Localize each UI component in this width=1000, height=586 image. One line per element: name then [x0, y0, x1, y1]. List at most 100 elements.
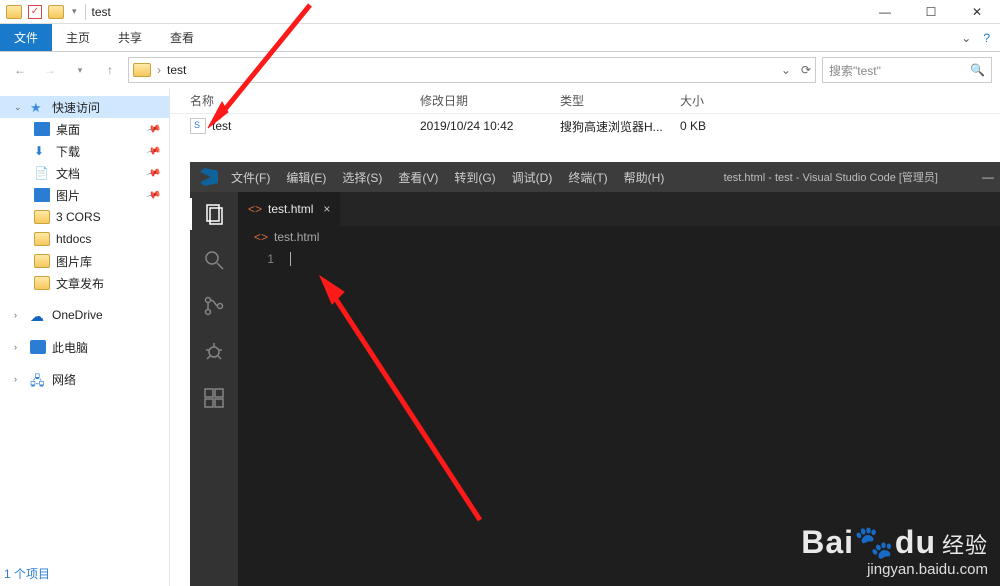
- editor-breadcrumb[interactable]: <> test.html: [238, 226, 1000, 248]
- help-icon[interactable]: ?: [983, 31, 990, 45]
- tab-close-icon[interactable]: ×: [319, 202, 330, 216]
- search-input[interactable]: 搜索"test" 🔍: [822, 57, 992, 83]
- expander-icon[interactable]: ⌄: [14, 102, 24, 113]
- sidebar-label: 文章发布: [56, 275, 104, 292]
- sidebar-documents[interactable]: 📄 文档 📌: [0, 162, 169, 184]
- sidebar-onedrive[interactable]: › ☁ OneDrive: [0, 304, 169, 326]
- vscode-window-title: test.html - test - Visual Studio Code [管…: [724, 169, 938, 185]
- chevron-right-icon: ›: [157, 63, 161, 77]
- download-icon: ⬇: [34, 144, 50, 158]
- ribbon-view-tab[interactable]: 查看: [156, 24, 208, 51]
- sidebar-downloads[interactable]: ⬇ 下载 📌: [0, 140, 169, 162]
- tab-label: test.html: [268, 202, 313, 216]
- expander-icon[interactable]: ›: [14, 374, 24, 384]
- address-dropdown-icon[interactable]: ⌄: [781, 63, 791, 77]
- menu-terminal[interactable]: 终端(T): [561, 165, 614, 190]
- debug-icon[interactable]: [200, 338, 228, 366]
- menu-edit[interactable]: 编辑(E): [279, 165, 333, 190]
- vscode-titlebar[interactable]: 文件(F) 编辑(E) 选择(S) 查看(V) 转到(G) 调试(D) 终端(T…: [190, 162, 1000, 192]
- menu-help[interactable]: 帮助(H): [617, 165, 672, 190]
- sidebar-this-pc[interactable]: › 此电脑: [0, 336, 169, 358]
- search-icon[interactable]: [200, 246, 228, 274]
- cloud-icon: ☁: [30, 308, 46, 322]
- expander-icon[interactable]: ›: [14, 342, 24, 352]
- sidebar-label: 网络: [52, 371, 76, 388]
- pin-icon: 📌: [145, 187, 161, 203]
- sidebar-network[interactable]: › 🖧 网络: [0, 368, 169, 390]
- divider: [85, 4, 86, 20]
- chevron-down-icon[interactable]: ▾: [70, 6, 79, 17]
- close-button[interactable]: ✕: [954, 0, 1000, 24]
- expander-icon[interactable]: ›: [14, 310, 24, 320]
- menu-debug[interactable]: 调试(D): [505, 165, 560, 190]
- sidebar-pictures[interactable]: 图片 📌: [0, 184, 169, 206]
- menu-selection[interactable]: 选择(S): [335, 165, 389, 190]
- code-icon: <>: [254, 230, 268, 244]
- minimize-button[interactable]: —: [862, 0, 908, 24]
- ribbon-expand-icon[interactable]: ⌄: [961, 31, 971, 45]
- sidebar-folder[interactable]: htdocs: [0, 228, 169, 250]
- vscode-icon: [200, 168, 218, 186]
- activity-bar: [190, 192, 238, 586]
- file-name: test: [212, 119, 231, 133]
- menu-view[interactable]: 查看(V): [391, 165, 445, 190]
- nav-forward-button[interactable]: →: [38, 58, 62, 82]
- folder-icon: [133, 63, 151, 77]
- pictures-icon: [34, 188, 50, 202]
- breadcrumb[interactable]: test: [167, 63, 186, 77]
- address-bar[interactable]: › test ⌄ ⟳: [128, 57, 816, 83]
- sidebar-label: OneDrive: [52, 308, 103, 322]
- editor-tab[interactable]: <> test.html ×: [238, 192, 341, 226]
- nav-recent-button[interactable]: ▾: [68, 58, 92, 82]
- explorer-icon[interactable]: [200, 200, 228, 228]
- folder-icon: [34, 276, 50, 290]
- column-header-date[interactable]: 修改日期: [420, 92, 560, 109]
- folder-icon: [34, 232, 50, 246]
- file-row[interactable]: test 2019/10/24 10:42 搜狗高速浏览器H... 0 KB: [170, 114, 1000, 138]
- folder-icon: [34, 210, 50, 224]
- sidebar-folder[interactable]: 文章发布: [0, 272, 169, 294]
- ribbon-file-tab[interactable]: 文件: [0, 24, 52, 51]
- extensions-icon[interactable]: [200, 384, 228, 412]
- network-icon: 🖧: [30, 372, 46, 386]
- folder-icon[interactable]: [48, 5, 64, 19]
- line-number: 1: [238, 252, 274, 266]
- sidebar-folder[interactable]: 图片库: [0, 250, 169, 272]
- sidebar-label: 文档: [56, 165, 80, 182]
- editor-body[interactable]: 1: [238, 248, 1000, 586]
- menu-file[interactable]: 文件(F): [224, 165, 277, 190]
- sidebar-desktop[interactable]: 桌面 📌: [0, 118, 169, 140]
- menu-go[interactable]: 转到(G): [447, 165, 502, 190]
- text-cursor: [290, 252, 291, 266]
- editor-tabs: <> test.html ×: [238, 192, 1000, 226]
- checkbox-icon[interactable]: ✓: [28, 5, 42, 19]
- source-control-icon[interactable]: [200, 292, 228, 320]
- column-header-size[interactable]: 大小: [680, 92, 760, 109]
- column-header-type[interactable]: 类型: [560, 92, 680, 109]
- refresh-icon[interactable]: ⟳: [801, 63, 811, 77]
- sidebar-label: 快速访问: [52, 99, 100, 116]
- file-date: 2019/10/24 10:42: [420, 119, 560, 133]
- search-icon[interactable]: 🔍: [970, 63, 985, 77]
- sidebar-label: 此电脑: [52, 339, 88, 356]
- ribbon-home-tab[interactable]: 主页: [52, 24, 104, 51]
- nav-up-button[interactable]: ↑: [98, 58, 122, 82]
- nav-back-button[interactable]: ←: [8, 58, 32, 82]
- desktop-icon: [34, 122, 50, 136]
- sidebar-label: htdocs: [56, 232, 91, 246]
- ribbon-share-tab[interactable]: 共享: [104, 24, 156, 51]
- sidebar-quick-access[interactable]: ⌄ ★ 快速访问: [0, 96, 169, 118]
- sidebar-label: 3 CORS: [56, 210, 101, 224]
- line-gutter: 1: [238, 248, 288, 586]
- search-placeholder: 搜索"test": [829, 62, 881, 79]
- column-header-name[interactable]: 名称: [190, 92, 420, 109]
- file-size: 0 KB: [680, 119, 760, 133]
- vscode-window: 文件(F) 编辑(E) 选择(S) 查看(V) 转到(G) 调试(D) 终端(T…: [190, 162, 1000, 586]
- folder-icon: [6, 5, 22, 19]
- pin-icon: 📌: [145, 121, 161, 137]
- folder-icon: [34, 254, 50, 268]
- code-area[interactable]: [288, 248, 1000, 586]
- vscode-minimize-button[interactable]: —: [982, 170, 1000, 184]
- sidebar-folder[interactable]: 3 CORS: [0, 206, 169, 228]
- maximize-button[interactable]: ☐: [908, 0, 954, 24]
